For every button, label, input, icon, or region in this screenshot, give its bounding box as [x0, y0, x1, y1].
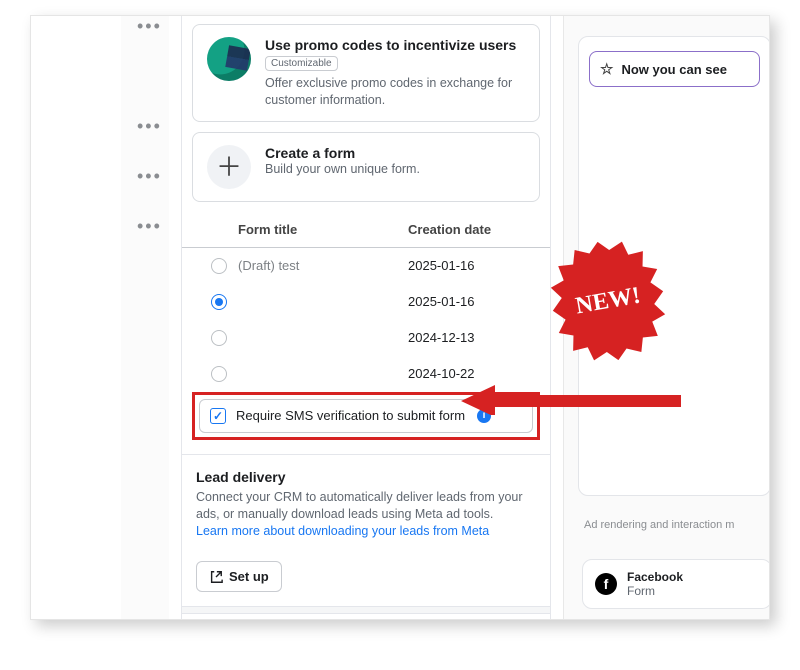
radio[interactable] — [211, 294, 227, 310]
fb-sub: Form — [627, 584, 683, 598]
setup-label: Set up — [229, 569, 269, 584]
callout-arrow — [461, 385, 681, 415]
tracking-section: Tracking Track event datasets that conta… — [182, 614, 550, 620]
radio[interactable] — [211, 258, 227, 274]
table-row[interactable]: 2024-12-13 — [182, 320, 550, 356]
left-actions-strip: ••• ••• ••• ••• — [121, 16, 169, 619]
forms-table-header: Form title Creation date — [182, 212, 550, 248]
more-icon[interactable]: ••• — [137, 124, 155, 138]
col-form-title: Form title — [238, 222, 408, 237]
table-row[interactable]: (Draft) test 2025-01-16 — [182, 248, 550, 284]
star-icon: ☆ — [600, 60, 613, 78]
fb-name: Facebook — [627, 570, 683, 584]
main-panel: Use promo codes to incentivize users Cus… — [181, 16, 551, 620]
create-form-title: Create a form — [265, 145, 420, 161]
lead-delivery-section: Lead delivery Connect your CRM to automa… — [182, 454, 550, 552]
lead-delivery-heading: Lead delivery — [196, 469, 536, 485]
form-date-cell: 2025-01-16 — [408, 258, 532, 273]
sms-label: Require SMS verification to submit form — [236, 408, 465, 423]
new-badge: NEW! — [538, 231, 677, 370]
form-date-cell: 2025-01-16 — [408, 294, 532, 309]
facebook-form-card[interactable]: f Facebook Form — [582, 559, 770, 609]
create-form-desc: Build your own unique form. — [265, 161, 420, 178]
export-icon — [209, 570, 223, 584]
form-date-cell: 2024-10-22 — [408, 366, 532, 381]
promo-desc: Offer exclusive promo codes in exchange … — [265, 75, 525, 109]
customizable-badge: Customizable — [265, 56, 338, 71]
promo-title: Use promo codes to incentivize users — [265, 37, 525, 53]
form-date-cell: 2024-12-13 — [408, 330, 532, 345]
setup-button[interactable]: Set up — [196, 561, 282, 592]
lead-delivery-link[interactable]: Learn more about downloading your leads … — [196, 524, 489, 538]
lead-delivery-desc: Connect your CRM to automatically delive… — [196, 490, 523, 521]
more-icon[interactable]: ••• — [137, 224, 155, 238]
create-form-card[interactable]: ＋ Create a form Build your own unique fo… — [192, 132, 540, 202]
facebook-icon: f — [595, 573, 617, 595]
checkbox-checked-icon[interactable]: ✓ — [210, 408, 226, 424]
radio[interactable] — [211, 366, 227, 382]
section-divider — [182, 606, 550, 614]
more-icon[interactable]: ••• — [137, 24, 155, 38]
plus-icon: ＋ — [207, 145, 251, 189]
table-row[interactable]: 2025-01-16 — [182, 284, 550, 320]
promo-codes-card[interactable]: Use promo codes to incentivize users Cus… — [192, 24, 540, 122]
promo-icon — [207, 37, 251, 81]
radio[interactable] — [211, 330, 227, 346]
form-title-cell: (Draft) test — [238, 258, 408, 273]
preview-pill-label: Now you can see — [621, 62, 726, 77]
preview-pill[interactable]: ☆ Now you can see — [589, 51, 760, 87]
col-creation-date: Creation date — [408, 222, 532, 237]
preview-footer-text: Ad rendering and interaction m — [584, 519, 734, 531]
more-icon[interactable]: ••• — [137, 174, 155, 188]
